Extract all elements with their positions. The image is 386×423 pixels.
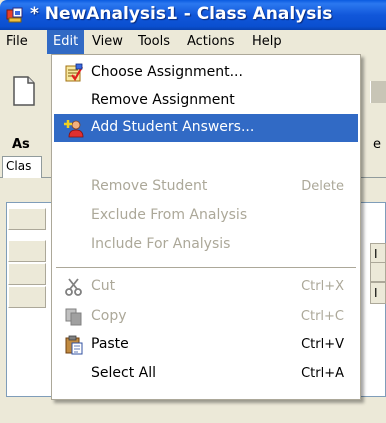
menu-edit[interactable]: Edit [47,30,85,54]
choose-assignment-icon [65,63,83,82]
menu-item-shortcut: Delete [301,179,344,194]
menu-file[interactable]: File [0,30,34,54]
toolbar-button-partial[interactable] [370,81,386,103]
menu-item-label: Cut [91,278,116,294]
menu-help[interactable]: Help [246,30,288,54]
menu-item-choose-assignment[interactable]: Choose Assignment... [54,59,358,87]
menu-item-copy[interactable]: Copy Ctrl+C [54,303,358,331]
menu-item-label: Paste [91,336,129,352]
window-title: * NewAnalysis1 - Class Analysis [30,4,333,24]
menu-view[interactable]: View [86,30,129,54]
menu-item-shortcut: Ctrl+C [300,309,344,324]
app-icon [6,7,23,23]
edit-menu-dropdown: Choose Assignment... Remove Assignment A… [51,54,361,400]
menu-tools[interactable]: Tools [132,30,176,54]
new-document-icon[interactable] [6,73,42,109]
menu-item-label: Copy [91,308,127,324]
menu-item-label: Select All [91,365,156,381]
scissors-icon [65,278,82,296]
menu-item-label: Exclude From Analysis [91,207,248,223]
tab-class-partial[interactable]: Clas [2,156,42,178]
row-header-button[interactable] [8,240,46,262]
menu-item-select-all[interactable]: Select All Ctrl+A [54,360,358,388]
menu-item-shortcut: Ctrl+V [301,337,344,352]
row-header-button[interactable] [8,208,46,230]
menu-item-shortcut: Ctrl+X [301,279,344,294]
menu-item-shortcut: Ctrl+A [301,366,344,381]
clipboard-paste-icon [65,335,83,355]
menu-item-label: Include For Analysis [91,236,231,252]
copy-icon [65,308,82,326]
menu-item-exclude-from-analysis[interactable]: Exclude From Analysis [54,202,358,230]
right-column-cell: I [370,282,386,304]
right-column-cell-empty [370,262,386,282]
menu-separator [56,267,356,268]
menu-item-label: Remove Assignment [91,92,235,108]
menu-item-label: Add Student Answers... [91,119,255,135]
right-label-partial: e [373,137,381,152]
menu-item-remove-assignment[interactable]: Remove Assignment [54,87,358,115]
section-label-partial: As [12,137,30,152]
menu-bar: File Edit View Tools Actions Help [0,30,386,54]
add-student-icon [64,120,84,138]
menu-item-add-student-answers[interactable]: Add Student Answers... [54,114,358,142]
menu-item-remove-student[interactable]: Remove Student Delete [54,173,358,201]
menu-actions[interactable]: Actions [181,30,241,54]
menu-item-include-for-analysis[interactable]: Include For Analysis [54,231,358,259]
menu-item-cut[interactable]: Cut Ctrl+X [54,273,358,301]
menu-item-paste[interactable]: Paste Ctrl+V [54,331,358,359]
menu-item-label: Remove Student [91,178,208,194]
title-bar[interactable]: * NewAnalysis1 - Class Analysis [0,0,386,30]
menu-item-label: Choose Assignment... [91,64,243,80]
row-header-button[interactable] [8,263,46,285]
row-header-button[interactable] [8,286,46,308]
